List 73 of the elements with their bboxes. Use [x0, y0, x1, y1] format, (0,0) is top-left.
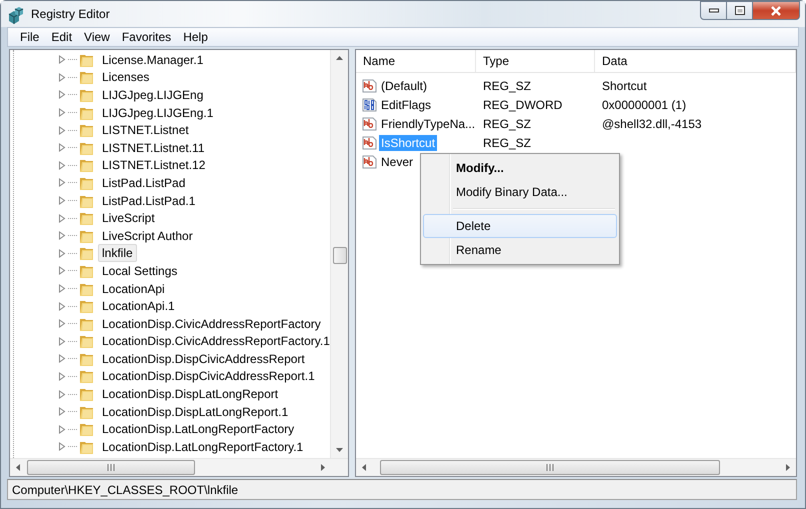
folder-icon: [79, 386, 94, 402]
maximize-icon: [734, 6, 744, 15]
tree-item[interactable]: LISTNET.Listnet.12: [98, 156, 210, 174]
tree-item[interactable]: LIJGJpeg.LIJGEng: [98, 86, 208, 104]
tree-item[interactable]: Licenses: [98, 68, 154, 86]
value-name[interactable]: EditFlags: [379, 96, 434, 112]
tree-item[interactable]: LocationDisp.CivicAddressReportFactory.1: [98, 332, 330, 350]
value-type: REG_SZ: [483, 116, 532, 130]
column-header[interactable]: Name: [356, 50, 396, 72]
menu-item[interactable]: Delete: [423, 214, 617, 238]
value-name[interactable]: FriendlyTypeNa...: [379, 116, 478, 132]
close-icon: [770, 6, 782, 16]
menu-bar-item[interactable]: File: [14, 28, 46, 46]
column-header[interactable]: Type: [476, 50, 510, 72]
tree-item[interactable]: LocationDisp.DispCivicAddressReport: [98, 350, 309, 368]
menu-bar-item[interactable]: Favorites: [116, 28, 178, 46]
maximize-button[interactable]: [727, 1, 753, 20]
column-header[interactable]: Data: [595, 50, 628, 72]
folder-icon: [79, 298, 94, 314]
tree-item[interactable]: Local Settings: [98, 262, 182, 280]
tree-item[interactable]: LocationApi: [98, 280, 169, 298]
tree-item[interactable]: License.Manager.1: [98, 50, 208, 69]
menu-item[interactable]: Modify...: [423, 156, 617, 180]
scroll-thumb[interactable]: [332, 247, 346, 264]
menu-item[interactable]: Modify Binary Data...: [423, 180, 617, 204]
tree-item[interactable]: LocationDisp.DispLatLongReport: [98, 385, 282, 404]
menu-bar-item[interactable]: Help: [177, 28, 214, 46]
folder-icon: [79, 421, 94, 438]
tree-item[interactable]: lnkfile: [98, 244, 137, 262]
tree-item[interactable]: LISTNET.Listnet: [98, 121, 193, 140]
value-name[interactable]: Never: [379, 154, 416, 170]
value-type: REG_DWORD: [483, 98, 562, 112]
minimize-button[interactable]: [700, 1, 727, 20]
tree-item[interactable]: LocationDisp.DispCivicAddressReport.1: [98, 367, 319, 386]
folder-icon: [79, 157, 94, 174]
string-value-icon: [362, 116, 379, 130]
string-value-icon: [362, 78, 379, 92]
folder-icon: [79, 368, 94, 384]
value-data: Shortcut: [602, 78, 647, 92]
string-value-icon: [362, 154, 379, 168]
tree-item[interactable]: LiveScript Author: [98, 226, 197, 245]
value-name[interactable]: (Default): [379, 78, 430, 94]
tree-item[interactable]: ListPad.ListPad: [98, 174, 190, 192]
tree-item[interactable]: LISTNET.Listnet.11: [98, 138, 208, 157]
tree-item[interactable]: LocationApi.1: [98, 297, 179, 316]
window-title: Registry Editor: [31, 7, 110, 21]
tree-item[interactable]: LocationDisp.CivicAddressReportFactory: [98, 314, 325, 333]
folder-icon: [79, 69, 94, 86]
menu-bar-item[interactable]: Edit: [45, 28, 78, 46]
string-value-icon: [362, 136, 379, 150]
folder-icon: [79, 210, 94, 226]
folder-icon: [79, 245, 94, 262]
close-button[interactable]: [753, 1, 800, 20]
menu-item[interactable]: Rename: [423, 238, 617, 262]
minimize-icon: [708, 8, 718, 13]
tree-item[interactable]: ListPad.ListPad.1: [98, 192, 200, 210]
value-type: REG_SZ: [483, 136, 532, 150]
value-data: 0x00000001 (1): [602, 98, 686, 112]
tree-item[interactable]: LIJGJpeg.LIJGEng.1: [98, 104, 218, 122]
tree-item[interactable]: LocationDisp.LatLongReportFactory: [98, 420, 298, 438]
tree-item[interactable]: LocationDisp.LatLongReportFactory.1: [98, 438, 308, 456]
binary-value-icon: [362, 98, 379, 112]
value-type: REG_SZ: [483, 78, 532, 92]
value-data: @shell32.dll,-4153: [602, 116, 702, 130]
tree-item[interactable]: LocationDisp.DispLatLongReport.1: [98, 402, 292, 421]
scroll-thumb[interactable]: [27, 460, 195, 475]
registry-cubes-icon: [7, 6, 25, 24]
menu-bar-item[interactable]: View: [78, 28, 116, 46]
tree-item[interactable]: LiveScript: [98, 209, 159, 228]
folder-icon: [79, 333, 94, 350]
scroll-thumb[interactable]: [380, 460, 720, 475]
status-path: Computer\HKEY_CLASSES_ROOT\lnkfile: [12, 482, 238, 496]
folder-icon: [79, 122, 94, 138]
